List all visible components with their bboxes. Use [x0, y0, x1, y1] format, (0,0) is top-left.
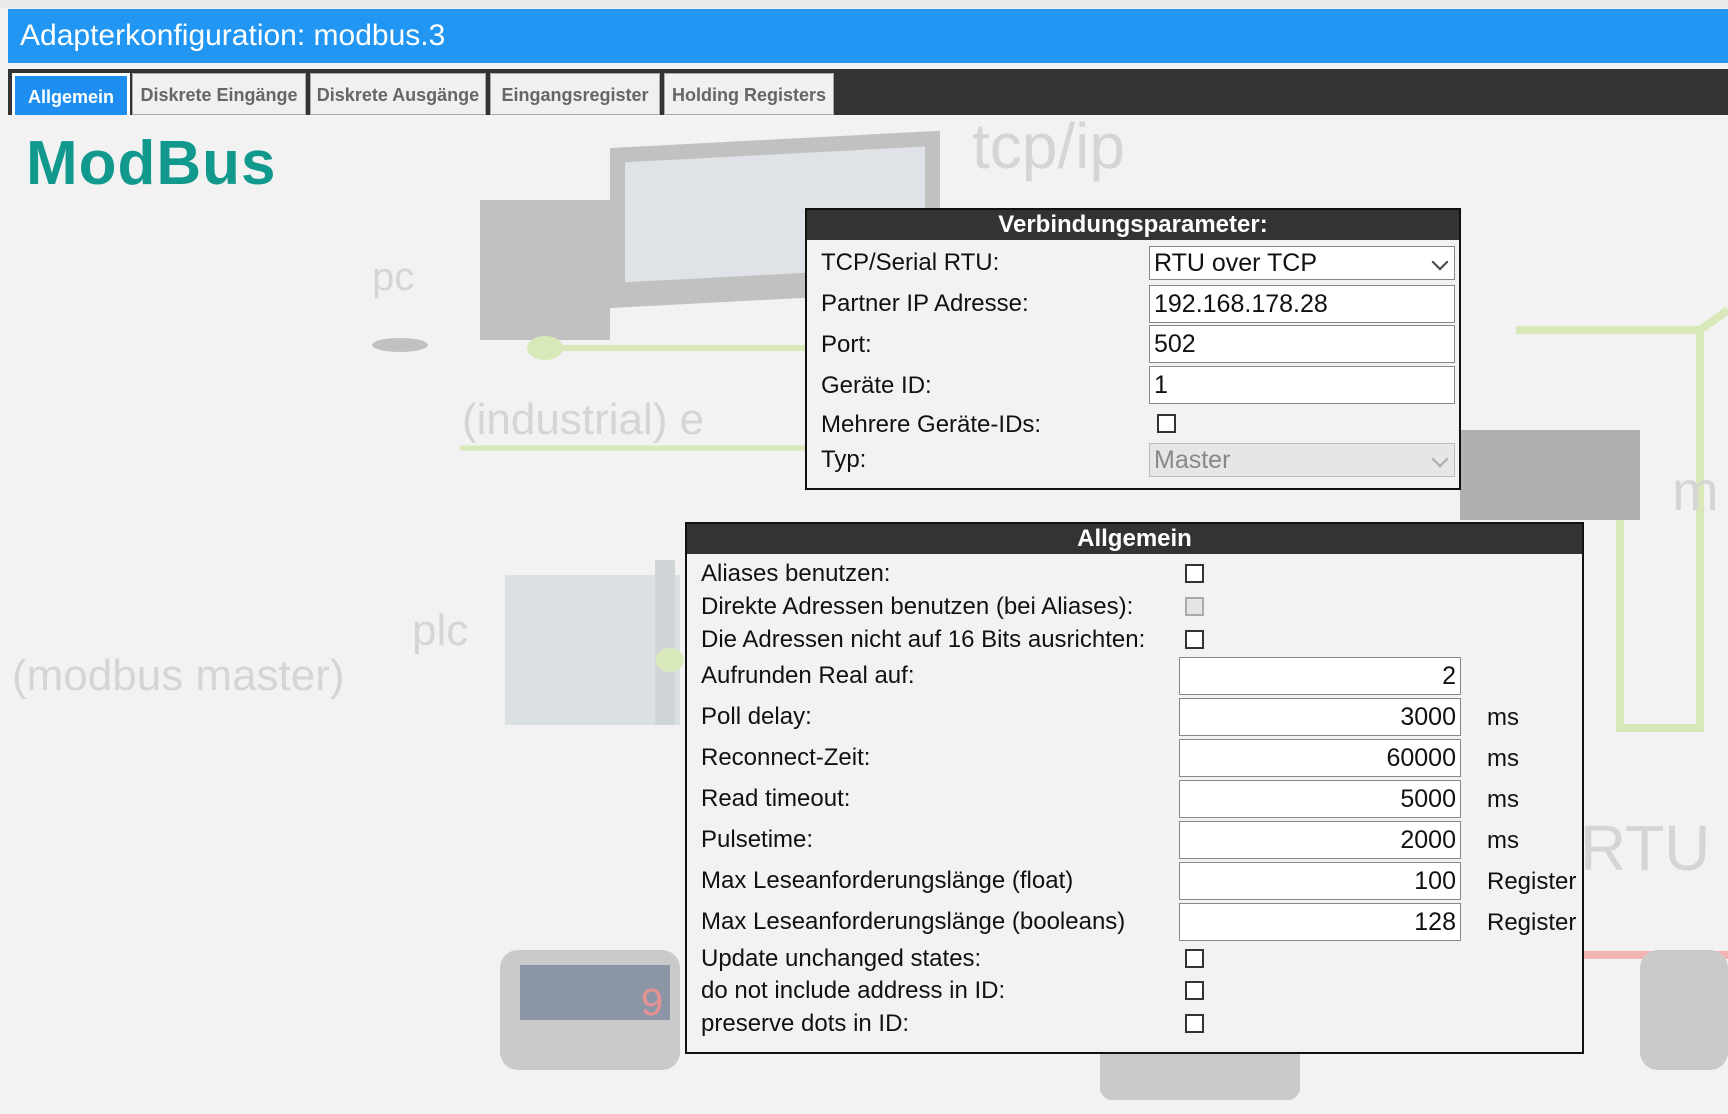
- row-reconnect: Reconnect-Zeit: ms: [687, 739, 1582, 777]
- row-tcp-serial: TCP/Serial RTU: RTU over TCP: [807, 245, 1459, 281]
- reconnect-input[interactable]: [1179, 739, 1461, 777]
- window-title: Adapterkonfiguration: modbus.3: [8, 9, 1728, 63]
- poll-delay-unit: ms: [1487, 704, 1519, 731]
- chevron-down-icon: [1431, 450, 1449, 468]
- connection-panel-title: Verbindungsparameter:: [807, 210, 1459, 240]
- geraete-id-label: Geräte ID:: [821, 372, 932, 399]
- row-read-timeout: Read timeout: ms: [687, 780, 1582, 818]
- row-max-booleans: Max Leseanforderungslänge (booleans) Reg…: [687, 903, 1582, 941]
- tab-allgemein[interactable]: Allgemein: [12, 73, 130, 115]
- tab-eingangsregister[interactable]: Eingangsregister: [490, 73, 660, 115]
- chevron-down-icon: [1431, 253, 1449, 271]
- row-mehrere-ids: Mehrere Geräte-IDs:: [807, 408, 1459, 442]
- row-aufrunden: Aufrunden Real auf:: [687, 657, 1582, 695]
- aufrunden-input[interactable]: [1179, 657, 1461, 695]
- poll-delay-label: Poll delay:: [701, 703, 812, 730]
- max-booleans-label: Max Leseanforderungslänge (booleans): [701, 908, 1126, 935]
- mehrere-ids-checkbox[interactable]: [1157, 414, 1176, 433]
- 16bit-checkbox[interactable]: [1185, 630, 1204, 649]
- aufrunden-label: Aufrunden Real auf:: [701, 662, 915, 689]
- modbus-logo: ModBus: [26, 129, 277, 198]
- row-geraete-id: Geräte ID:: [807, 366, 1459, 404]
- row-max-float: Max Leseanforderungslänge (float) Regist…: [687, 862, 1582, 900]
- max-float-input[interactable]: [1179, 862, 1461, 900]
- typ-label: Typ:: [821, 446, 867, 473]
- typ-select[interactable]: Master: [1149, 443, 1455, 477]
- row-no-address: do not include address in ID:: [687, 977, 1582, 1007]
- tcp-serial-select[interactable]: RTU over TCP: [1149, 246, 1455, 280]
- row-poll-delay: Poll delay: ms: [687, 698, 1582, 736]
- poll-delay-input[interactable]: [1179, 698, 1461, 736]
- direkte-adressen-checkbox[interactable]: [1185, 597, 1204, 616]
- aliases-checkbox[interactable]: [1185, 564, 1204, 583]
- port-input[interactable]: [1149, 325, 1455, 363]
- top-strip: [0, 0, 1728, 8]
- row-update-unchanged: Update unchanged states:: [687, 945, 1582, 975]
- industrial-label: (industrial) e: [462, 395, 704, 444]
- 16bit-label: Die Adressen nicht auf 16 Bits ausrichte…: [701, 626, 1146, 653]
- reconnect-label: Reconnect-Zeit:: [701, 744, 871, 771]
- row-port: Port:: [807, 325, 1459, 363]
- tab-bar: Allgemein Diskrete Eingänge Diskrete Aus…: [8, 69, 1728, 115]
- update-unchanged-checkbox[interactable]: [1185, 949, 1204, 968]
- geraete-id-input[interactable]: [1149, 366, 1455, 404]
- no-address-label: do not include address in ID:: [701, 977, 1006, 1004]
- tab-diskrete-ausgaenge[interactable]: Diskrete Ausgänge: [310, 73, 486, 115]
- partner-ip-input[interactable]: [1149, 285, 1455, 323]
- mehrere-ids-label: Mehrere Geräte-IDs:: [821, 411, 1042, 438]
- general-panel: Allgemein Aliases benutzen: Direkte Adre…: [685, 522, 1584, 1054]
- pulsetime-label: Pulsetime:: [701, 826, 814, 853]
- tab-diskrete-eingaenge[interactable]: Diskrete Eingänge: [132, 73, 306, 115]
- tcp-serial-value: RTU over TCP: [1154, 249, 1318, 277]
- plc-label: plc: [412, 606, 468, 655]
- read-timeout-input[interactable]: [1179, 780, 1461, 818]
- read-timeout-unit: ms: [1487, 786, 1519, 813]
- partner-ip-label: Partner IP Adresse:: [821, 290, 1029, 317]
- max-booleans-unit: Register: [1487, 909, 1577, 936]
- typ-value: Master: [1154, 446, 1231, 474]
- no-address-checkbox[interactable]: [1185, 981, 1204, 1000]
- max-float-label: Max Leseanforderungslänge (float): [701, 867, 1074, 894]
- row-aliases: Aliases benutzen:: [687, 560, 1582, 590]
- max-float-unit: Register: [1487, 868, 1577, 895]
- modbus-master-label: (modbus master): [12, 651, 345, 700]
- pulsetime-unit: ms: [1487, 827, 1519, 854]
- general-panel-title: Allgemein: [687, 524, 1582, 554]
- pc-label: pc: [372, 255, 414, 299]
- row-direkte-adressen: Direkte Adressen benutzen (bei Aliases):: [687, 593, 1582, 623]
- display-digit: 9: [640, 983, 664, 1028]
- direkte-adressen-label: Direkte Adressen benutzen (bei Aliases):: [701, 593, 1134, 620]
- connection-panel: Verbindungsparameter: TCP/Serial RTU: RT…: [805, 208, 1461, 490]
- tab-holding-registers[interactable]: Holding Registers: [664, 73, 834, 115]
- port-label: Port:: [821, 331, 872, 358]
- preserve-dots-label: preserve dots in ID:: [701, 1010, 910, 1037]
- row-typ: Typ: Master: [807, 442, 1459, 478]
- aliases-label: Aliases benutzen:: [701, 560, 891, 587]
- row-pulsetime: Pulsetime: ms: [687, 821, 1582, 859]
- read-timeout-label: Read timeout:: [701, 785, 851, 812]
- row-preserve-dots: preserve dots in ID:: [687, 1010, 1582, 1040]
- m-label: m: [1672, 459, 1719, 522]
- reconnect-unit: ms: [1487, 745, 1519, 772]
- row-partner-ip: Partner IP Adresse:: [807, 285, 1459, 323]
- pulsetime-input[interactable]: [1179, 821, 1461, 859]
- rtu-label: RTU: [1580, 812, 1710, 884]
- preserve-dots-checkbox[interactable]: [1185, 1014, 1204, 1033]
- max-booleans-input[interactable]: [1179, 903, 1461, 941]
- update-unchanged-label: Update unchanged states:: [701, 945, 982, 972]
- row-16bit: Die Adressen nicht auf 16 Bits ausrichte…: [687, 626, 1582, 656]
- tcp-serial-label: TCP/Serial RTU:: [821, 249, 1000, 276]
- tcpip-label: tcp/ip: [972, 115, 1125, 182]
